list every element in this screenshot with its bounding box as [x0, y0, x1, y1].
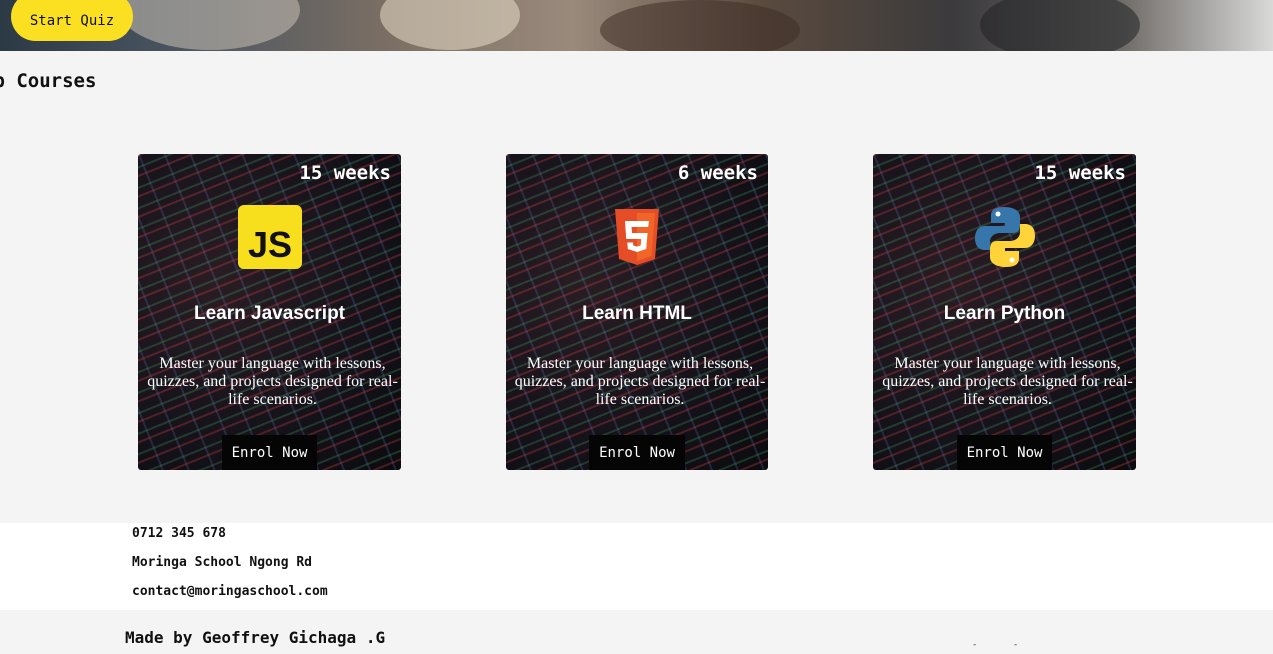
course-title: Learn Javascript	[193, 303, 346, 324]
course-title: Learn HTML	[582, 303, 692, 324]
section-title: op Courses	[0, 70, 97, 92]
hero-photo-shape	[980, 0, 1140, 51]
course-title: Learn Python	[943, 303, 1066, 324]
hero-photo-shape	[600, 0, 800, 51]
course-card-javascript: 15 weeks JS Learn Javascript Master your…	[138, 154, 401, 470]
footer-dots: - -	[972, 640, 1034, 650]
hero-photo-shape	[120, 0, 300, 50]
course-description: Master your language with lessons, quizz…	[147, 355, 398, 408]
course-card-python: 15 weeks Learn Python Master your langua…	[873, 154, 1136, 470]
enrol-now-button[interactable]: Enrol Now	[956, 435, 1053, 470]
made-by-credit: Made by Geoffrey Gichaga .G	[125, 628, 386, 647]
course-duration: 15 weeks	[299, 162, 391, 184]
hero-banner: Start Quiz	[0, 0, 1273, 51]
course-duration: 6 weeks	[677, 162, 758, 184]
python-logo-icon	[974, 207, 1035, 267]
course-description: Master your language with lessons, quizz…	[514, 355, 766, 408]
enrol-now-button[interactable]: Enrol Now	[589, 435, 685, 470]
javascript-logo-icon: JS	[237, 205, 302, 269]
html5-logo-icon	[615, 209, 659, 265]
course-description: Master your language with lessons, quizz…	[882, 355, 1133, 408]
contact-phone: 0712 345 678	[132, 526, 226, 541]
hero-photo-shape	[380, 0, 520, 50]
contact-email[interactable]: contact@moringaschool.com	[132, 584, 328, 599]
enrol-now-button[interactable]: Enrol Now	[221, 435, 318, 470]
course-card-html: 6 weeks Learn HTML Master your language …	[506, 154, 768, 470]
course-duration: 15 weeks	[1034, 162, 1126, 184]
contact-section: 0712 345 678 Moringa School Ngong Rd con…	[0, 523, 1273, 610]
contact-address: Moringa School Ngong Rd	[132, 555, 313, 570]
start-quiz-button[interactable]: Start Quiz	[11, 0, 133, 41]
footer: Made by Geoffrey Gichaga .G - -	[0, 610, 1273, 654]
svg-text:JS: JS	[247, 224, 291, 265]
